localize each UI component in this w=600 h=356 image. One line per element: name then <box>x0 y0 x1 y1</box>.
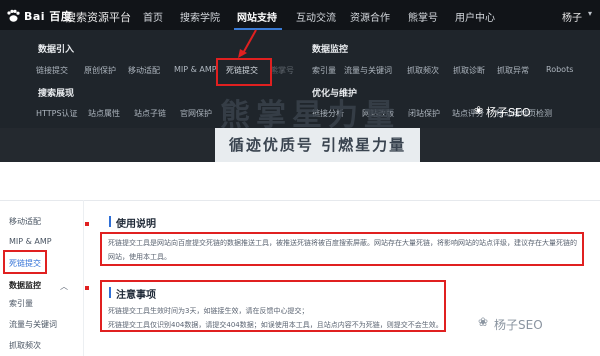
wechat-watermark: 杨子SEO <box>494 318 543 332</box>
menu-link[interactable]: 链接提交 <box>36 65 68 76</box>
sidebar-item[interactable]: MIP & AMP <box>9 237 52 246</box>
wechat-icon: ❀ <box>474 104 484 117</box>
menu-link[interactable]: 索引量 <box>312 65 336 76</box>
nav-site-support[interactable]: 网站支持 <box>237 9 277 24</box>
sidebar-item[interactable]: 索引量 <box>9 298 33 309</box>
nav-resource-cooperation[interactable]: 资源合作 <box>350 9 390 24</box>
menu-link[interactable]: 站点子链 <box>134 108 166 119</box>
nav-search-academy[interactable]: 搜索学院 <box>180 9 220 24</box>
usage-title: 使用说明 <box>116 219 156 230</box>
banner-dark-left <box>0 128 215 162</box>
nav-xiongzhang[interactable]: 熊掌号 <box>408 9 438 24</box>
menu-link[interactable]: MIP & AMP <box>174 65 217 74</box>
sidebar-group-title[interactable]: 数据监控 <box>9 280 41 291</box>
red-arrow-icon <box>238 29 257 58</box>
menu-link[interactable]: 熊掌号 <box>270 65 294 76</box>
menu-link[interactable]: 原创保护 <box>84 65 116 76</box>
menu-link[interactable]: HTTPS认证 <box>36 108 78 119</box>
usage-line: 死链提交工具是网站向百度提交死链的数据推送工具，被推送死链将被百度搜索屏蔽。网站… <box>108 239 577 247</box>
menu-link[interactable]: Robots <box>546 65 573 74</box>
baidu-paw-icon <box>6 8 20 22</box>
usage-line: 网站，使用本工具。 <box>108 253 171 261</box>
highlight-box <box>216 58 272 86</box>
banner-dark-right <box>420 128 600 162</box>
user-name[interactable]: 杨子 <box>562 9 582 24</box>
menu-link[interactable]: 抓取诊断 <box>453 65 485 76</box>
banner-slogan: 循迹优质号 引燃星力量 <box>228 136 407 154</box>
wechat-watermark: 杨子SEO <box>486 106 531 119</box>
menu-group-title: 数据监控 <box>312 45 349 55</box>
nav-user-center[interactable]: 用户中心 <box>455 9 495 24</box>
menu-link[interactable]: 抓取异常 <box>497 65 529 76</box>
section-bar <box>109 287 111 298</box>
menu-link[interactable]: 站点属性 <box>88 108 120 119</box>
menu-link[interactable]: 移动适配 <box>128 65 160 76</box>
nav-home[interactable]: 首页 <box>143 9 163 24</box>
top-screenshot: Bai 百度 搜索资源平台 首页 搜索学院 网站支持 互动交流 资源合作 熊掌号… <box>0 0 600 162</box>
notes-line: 死链提交工具仅识别404数据，请提交404数据；如误使用本工具，且站点内容不为死… <box>108 321 443 329</box>
notes-title: 注意事项 <box>116 290 156 301</box>
menu-link[interactable]: 官网保护 <box>180 108 212 119</box>
platform-name: 搜索资源平台 <box>65 11 131 24</box>
nav-interaction[interactable]: 互动交流 <box>296 9 336 24</box>
chevron-down-icon[interactable]: ▾ <box>588 9 592 18</box>
red-marker <box>85 222 89 226</box>
section-divider <box>0 200 600 201</box>
red-marker <box>85 286 89 290</box>
sidebar-item[interactable]: 移动适配 <box>9 216 41 227</box>
menu-link[interactable]: 抓取频次 <box>407 65 439 76</box>
menu-link[interactable]: 流量与关键词 <box>344 65 392 76</box>
top-navbar: Bai 百度 搜索资源平台 首页 搜索学院 网站支持 互动交流 资源合作 熊掌号… <box>0 0 600 31</box>
menu-link[interactable]: 闭站保护 <box>408 108 440 119</box>
notes-line: 死链提交工具生效时间为3天，如链接生效，请在反馈中心提交； <box>108 307 309 315</box>
sidebar-divider <box>83 200 84 356</box>
chevron-up-icon[interactable]: ︿ <box>60 281 68 292</box>
menu-group-title: 搜索展现 <box>38 89 75 99</box>
menu-group-title: 数据引入 <box>38 45 75 55</box>
section-bar <box>109 216 111 227</box>
sidebar-item[interactable]: 抓取频次 <box>9 340 41 351</box>
wechat-icon: ❀ <box>478 315 489 329</box>
sidebar-item[interactable]: 流量与关键词 <box>9 319 57 330</box>
highlight-box <box>3 250 47 274</box>
